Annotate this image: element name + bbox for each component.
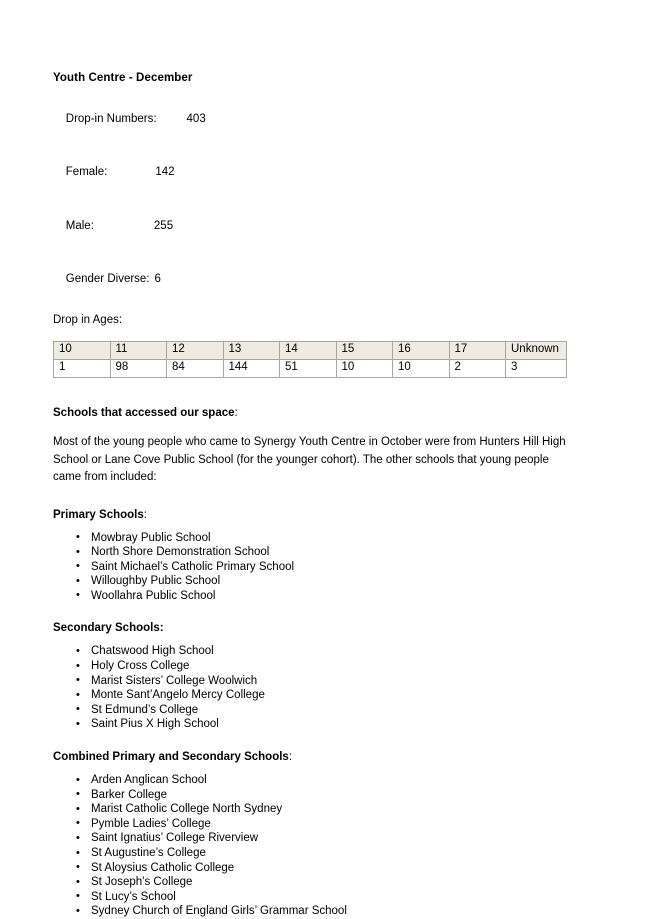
list-item: Marist Sisters’ College Woolwich (53, 673, 568, 689)
list-item: St Augustine’s College (53, 846, 568, 861)
stat-row-drop-in-numbers: Drop-in Numbers: 403 (53, 100, 568, 139)
table-header-cell: Unknown (505, 341, 567, 360)
primary-schools-heading-colon: : (143, 508, 147, 521)
list-item: North Shore Demonstration School (53, 545, 568, 560)
table-header-cell: 13 (222, 341, 280, 360)
table-header-cell: 15 (335, 341, 393, 360)
list-item: St Lucy’s School (53, 889, 568, 905)
list-item: St Aloysius Catholic College (53, 860, 568, 876)
intro-paragraph: Most of the young people who came to Syn… (53, 436, 566, 483)
schools-accessed-heading-text: Schools that accessed our space (53, 407, 235, 419)
list-item: Saint Ignatius’ College Riverview (53, 831, 568, 846)
table-value-cell: 10 (392, 359, 450, 378)
list-item: Arden Anglican School (53, 773, 568, 788)
stat-value-drop-in-numbers: 403 (186, 112, 206, 125)
primary-schools-heading-text: Primary Schools (53, 508, 144, 521)
primary-schools-list: Mowbray Public School North Shore Demons… (53, 530, 568, 604)
table-value-cell: 1 (53, 359, 111, 378)
stat-row-gender-diverse: Gender Diverse: 6 (53, 260, 568, 299)
list-item: Marist Catholic College North Sydney (53, 802, 568, 817)
table-value-cell: 10 (335, 359, 393, 378)
document-page: Youth Centre - December Drop-in Numbers:… (0, 0, 645, 918)
table-value-cell: 98 (109, 359, 167, 378)
table-header-cell: 11 (109, 341, 167, 360)
secondary-schools-list: Chatswood High School Holy Cross College… (53, 644, 568, 732)
table-header-cell: 17 (448, 341, 506, 360)
list-item: St Edmund’s College (53, 702, 568, 718)
table-value-cell: 144 (222, 359, 280, 378)
schools-accessed-heading: Schools that accessed our space: (53, 407, 568, 420)
schools-accessed-heading-colon: : (234, 407, 238, 419)
combined-schools-list: Arden Anglican School Barker College Mar… (53, 773, 568, 919)
table-header-cell: 12 (166, 341, 224, 360)
drop-in-ages-table: 10 11 12 13 14 15 16 17 Unknown 1 98 84 … (53, 341, 567, 378)
stat-label-female: Female: (65, 166, 108, 178)
table-value-cell: 3 (505, 359, 567, 378)
list-item: Chatswood High School (53, 644, 568, 659)
table-value-cell: 84 (166, 359, 224, 378)
combined-schools-heading-text: Combined Primary and Secondary Schools (53, 751, 289, 764)
secondary-schools-heading: Secondary Schools: (53, 622, 568, 635)
stat-value-male: 255 (153, 219, 174, 232)
list-item: Saint Pius X High School (53, 717, 568, 732)
stat-label-drop-in-numbers: Drop-in Numbers: (65, 112, 157, 125)
table-header-cell: 14 (279, 341, 337, 360)
stat-row-male: Male: 255 (53, 207, 568, 246)
stat-label-gender-diverse: Gender Diverse: (65, 273, 150, 285)
table-row-values: 1 98 84 144 51 10 10 2 3 (53, 359, 567, 378)
secondary-schools-heading-text: Secondary Schools: (53, 622, 164, 635)
list-item: Holy Cross College (53, 659, 568, 674)
list-item: Barker College (53, 787, 568, 803)
list-item: Saint Michael’s Catholic Primary School (53, 559, 568, 575)
table-value-cell: 51 (279, 359, 337, 378)
list-item: Pymble Ladies’ College (53, 816, 568, 832)
stat-label-male: Male: (65, 219, 94, 232)
table-header-cell: 10 (53, 341, 111, 360)
drop-in-ages-label: Drop in Ages: (53, 314, 123, 326)
stat-value-female: 142 (155, 166, 175, 178)
table-value-cell: 2 (448, 359, 506, 378)
stat-value-gender-diverse: 6 (154, 273, 161, 285)
list-item: Woollahra Public School (53, 588, 568, 604)
list-item: Mowbray Public School (53, 530, 568, 546)
list-item: Willoughby Public School (53, 574, 568, 589)
stat-row-female: Female: 142 (53, 153, 568, 192)
page-title: Youth Centre - December (53, 72, 193, 84)
combined-schools-heading: Combined Primary and Secondary Schools: (53, 751, 568, 764)
list-item: Monte Sant’Angelo Mercy College (53, 688, 568, 703)
combined-schools-heading-colon: : (288, 751, 293, 764)
table-row-header: 10 11 12 13 14 15 16 17 Unknown (53, 341, 567, 360)
list-item: St Joseph’s College (53, 875, 568, 890)
table-header-cell: 16 (392, 341, 450, 360)
primary-schools-heading: Primary Schools: (53, 509, 568, 522)
